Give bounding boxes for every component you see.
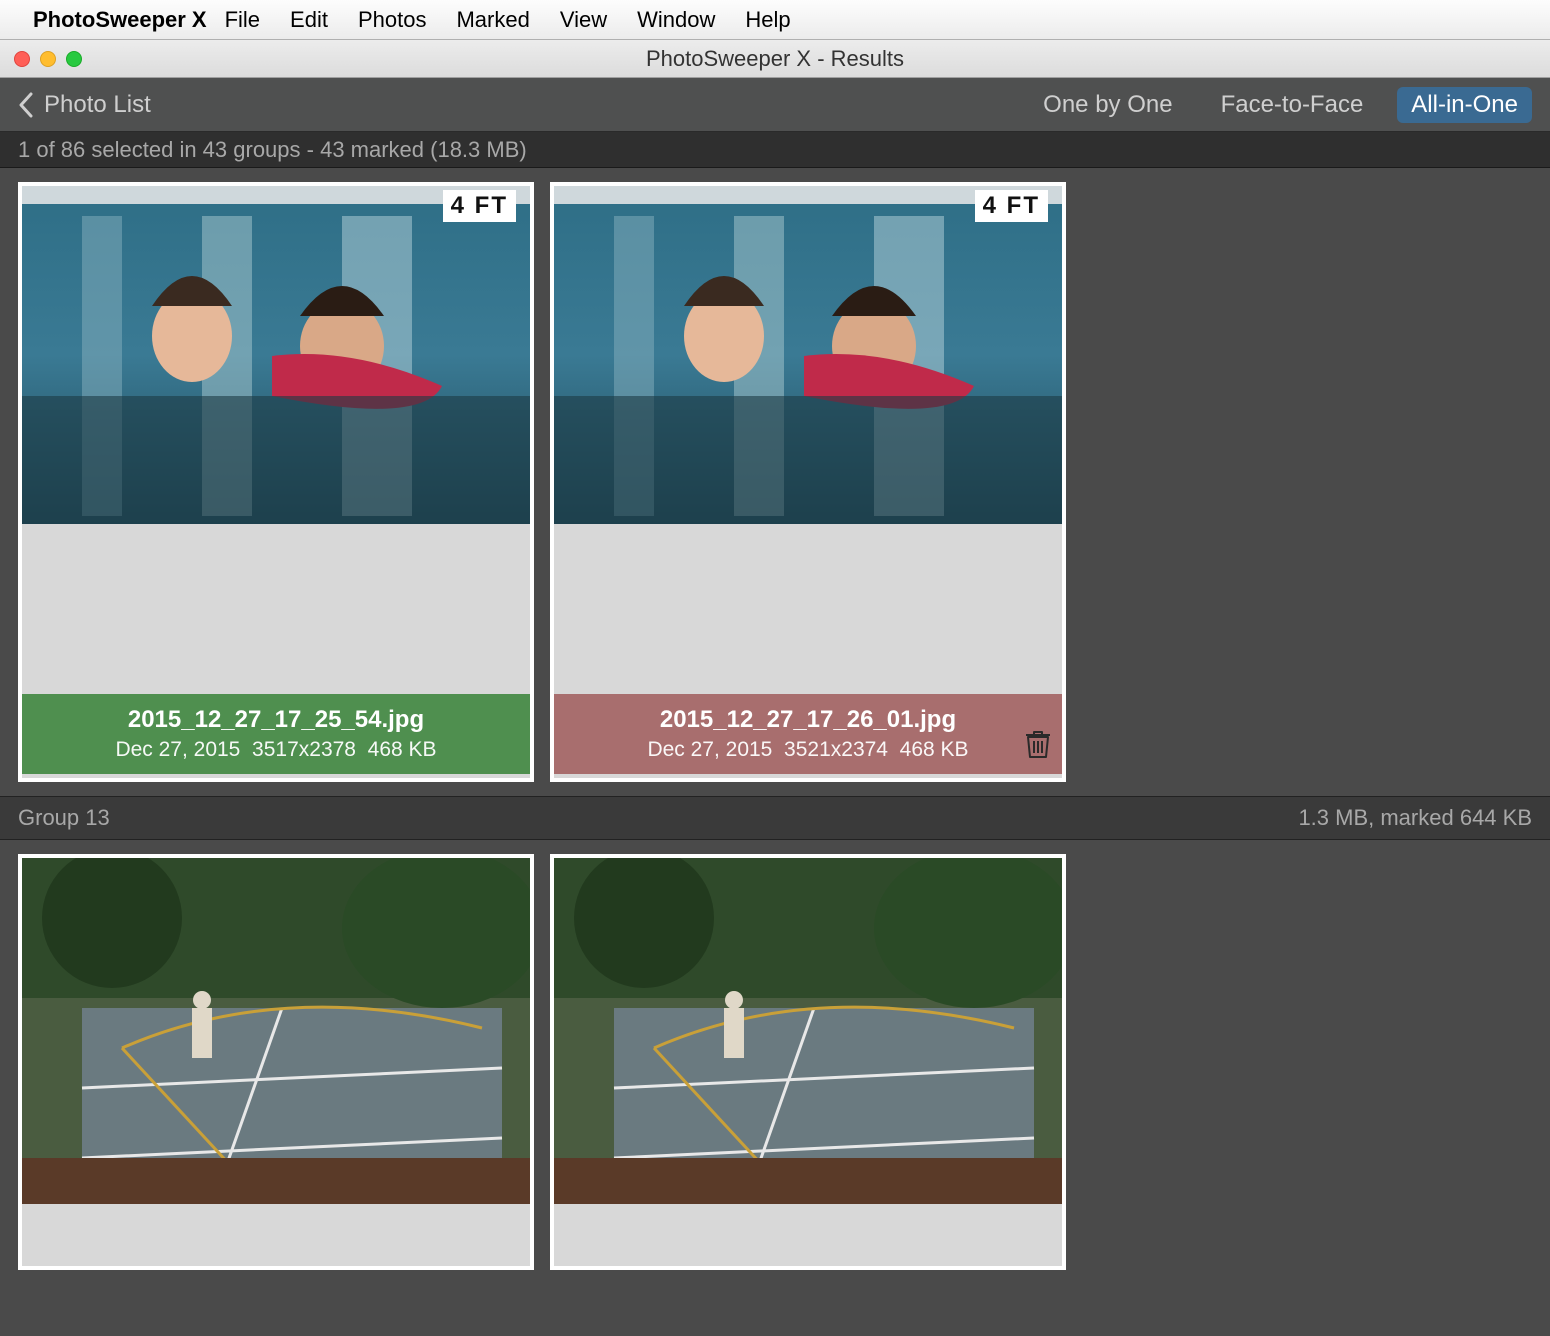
menu-help[interactable]: Help (745, 7, 790, 33)
group-header: Group 13 1.3 MB, marked 644 KB (0, 796, 1550, 840)
menu-file[interactable]: File (225, 7, 260, 33)
trash-icon[interactable] (1024, 729, 1052, 764)
traffic-lights (14, 51, 82, 67)
window-title-bar: PhotoSweeper X - Results (0, 40, 1550, 78)
window-title: PhotoSweeper X - Results (646, 46, 904, 72)
photo-card[interactable] (18, 854, 534, 1270)
tab-all-in-one[interactable]: All-in-One (1397, 87, 1532, 123)
results-content: 4 FT 2015_12_27_17_25_54.jpg Dec 27, 201… (0, 168, 1550, 1336)
photo-card[interactable] (550, 854, 1066, 1270)
photo-thumbnail (22, 858, 530, 1204)
photo-card[interactable]: 4 FT 2015_12_27_17_26_01.jpg Dec 27, 201… (550, 182, 1066, 782)
menu-edit[interactable]: Edit (290, 7, 328, 33)
pool-depth-sign: 4 FT (975, 190, 1048, 222)
photo-card[interactable]: 4 FT 2015_12_27_17_25_54.jpg Dec 27, 201… (18, 182, 534, 782)
photo-thumbnail: 4 FT (554, 186, 1062, 524)
menu-app-name[interactable]: PhotoSweeper X (33, 7, 207, 33)
selection-status: 1 of 86 selected in 43 groups - 43 marke… (0, 132, 1550, 168)
back-label: Photo List (44, 91, 151, 119)
window-maximize-button[interactable] (66, 51, 82, 67)
macos-menu-bar: PhotoSweeper X File Edit Photos Marked V… (0, 0, 1550, 40)
photo-meta: Dec 27, 2015 3521x2374 468 KB (647, 738, 968, 762)
card-spacer (554, 1204, 1062, 1266)
photo-info-keep: 2015_12_27_17_25_54.jpg Dec 27, 2015 351… (22, 694, 530, 774)
card-spacer (22, 1204, 530, 1266)
photo-thumbnail (554, 858, 1062, 1204)
menu-window[interactable]: Window (637, 7, 715, 33)
menu-view[interactable]: View (560, 7, 607, 33)
photo-filename: 2015_12_27_17_25_54.jpg (128, 706, 424, 734)
card-spacer (554, 524, 1062, 694)
tab-one-by-one[interactable]: One by One (1029, 87, 1186, 123)
group-name: Group 13 (18, 805, 110, 831)
pool-depth-sign: 4 FT (443, 190, 516, 222)
group-row (0, 840, 1550, 1284)
chevron-left-icon (18, 92, 34, 118)
toolbar: Photo List One by One Face-to-Face All-i… (0, 78, 1550, 132)
back-button[interactable]: Photo List (18, 91, 151, 119)
menu-photos[interactable]: Photos (358, 7, 427, 33)
view-mode-tabs: One by One Face-to-Face All-in-One (1029, 87, 1532, 123)
window-close-button[interactable] (14, 51, 30, 67)
menu-marked[interactable]: Marked (456, 7, 529, 33)
photo-meta: Dec 27, 2015 3517x2378 468 KB (115, 738, 436, 762)
window-minimize-button[interactable] (40, 51, 56, 67)
card-spacer (22, 524, 530, 694)
photo-info-marked: 2015_12_27_17_26_01.jpg Dec 27, 2015 352… (554, 694, 1062, 774)
photo-filename: 2015_12_27_17_26_01.jpg (660, 706, 956, 734)
group-row: 4 FT 2015_12_27_17_25_54.jpg Dec 27, 201… (0, 168, 1550, 796)
photo-thumbnail: 4 FT (22, 186, 530, 524)
group-summary: 1.3 MB, marked 644 KB (1298, 805, 1532, 831)
tab-face-to-face[interactable]: Face-to-Face (1207, 87, 1378, 123)
